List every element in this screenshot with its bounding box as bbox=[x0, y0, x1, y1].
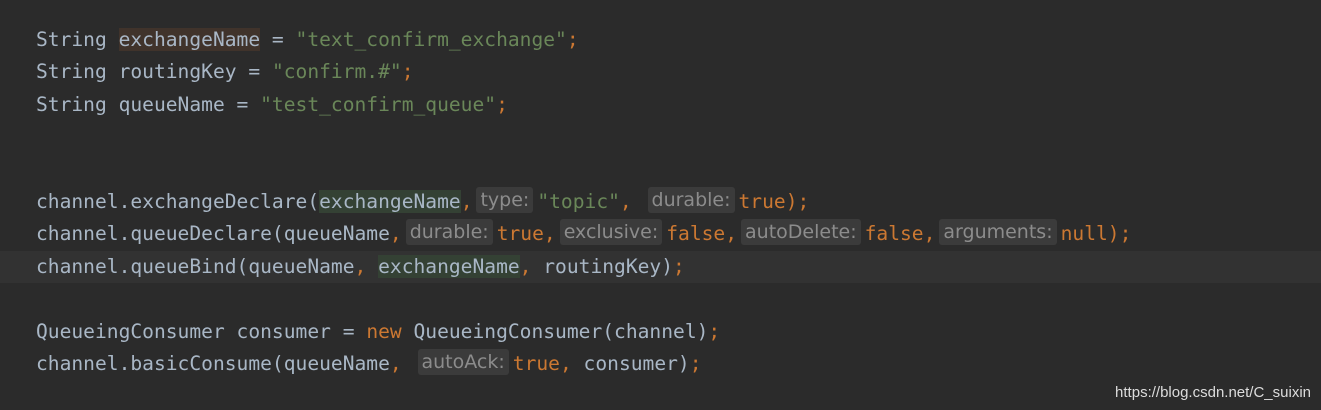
code-token: true bbox=[496, 222, 544, 245]
code-token: , bbox=[519, 255, 532, 278]
code-token: "test_confirm_queue" bbox=[260, 93, 497, 116]
code-token: true bbox=[738, 190, 786, 213]
code-token: String queueName = bbox=[36, 93, 261, 116]
code-token: , bbox=[923, 222, 936, 245]
code-token: , bbox=[543, 222, 556, 245]
code-line[interactable]: channel.exchangeDeclare(exchangeName, typ… bbox=[0, 186, 1321, 218]
code-line[interactable]: channel.queueDeclare(queueName, durable: t… bbox=[0, 218, 1321, 250]
code-token: true bbox=[512, 352, 560, 375]
code-token: , bbox=[619, 190, 632, 213]
code-line[interactable]: QueueingConsumer consumer = new Queueing… bbox=[0, 316, 1321, 348]
code-token: ; bbox=[496, 93, 508, 116]
code-token: routingKey) bbox=[531, 255, 674, 278]
code-line[interactable] bbox=[0, 283, 1321, 315]
code-token: QueueingConsumer(channel) bbox=[401, 320, 709, 343]
code-token: channel.queueDeclare(queueName bbox=[36, 222, 390, 245]
code-token: , bbox=[725, 222, 738, 245]
parameter-hint: autoAck: bbox=[417, 349, 509, 375]
code-token: channel.exchangeDeclare( bbox=[36, 190, 320, 213]
parameter-hint: exclusive: bbox=[559, 219, 663, 245]
code-token: false bbox=[864, 222, 924, 245]
code-token: ); bbox=[1107, 222, 1132, 245]
code-token: false bbox=[666, 222, 726, 245]
code-token: consumer) bbox=[571, 352, 690, 375]
code-token: channel.queueBind(queueName bbox=[36, 255, 355, 278]
code-token: null bbox=[1060, 222, 1108, 245]
highlighted-identifier: exchangeName bbox=[378, 255, 520, 278]
highlighted-identifier: exchangeName bbox=[118, 28, 261, 51]
code-token: , bbox=[354, 255, 367, 278]
code-token: String routingKey = bbox=[36, 60, 272, 83]
code-line[interactable] bbox=[0, 121, 1321, 153]
code-line[interactable] bbox=[0, 153, 1321, 185]
watermark: https://blog.csdn.net/C_suixin bbox=[1115, 384, 1311, 401]
code-token: ; bbox=[673, 255, 685, 278]
code-token: "topic" bbox=[537, 190, 620, 213]
code-token: , bbox=[389, 222, 402, 245]
parameter-hint: autoDelete: bbox=[741, 219, 861, 245]
code-editor[interactable]: String exchangeName = "text_confirm_exch… bbox=[0, 0, 1321, 410]
code-line-current[interactable]: channel.queueBind(queueName, exchangeNam… bbox=[0, 251, 1321, 283]
code-token: QueueingConsumer consumer = bbox=[36, 320, 367, 343]
parameter-hint: type: bbox=[476, 187, 534, 213]
code-token: channel.basicConsume(queueName bbox=[36, 352, 390, 375]
parameter-hint: durable: bbox=[405, 219, 493, 245]
code-token: ; bbox=[708, 320, 721, 343]
code-token: "confirm.#" bbox=[271, 60, 402, 83]
code-token: , bbox=[460, 190, 473, 213]
parameter-hint: durable: bbox=[647, 187, 735, 213]
code-token: new bbox=[366, 320, 402, 343]
code-token: , bbox=[389, 352, 402, 375]
code-line[interactable]: String queueName = "test_confirm_queue"; bbox=[0, 89, 1321, 121]
code-token: String bbox=[36, 28, 119, 51]
code-token: ; bbox=[401, 60, 414, 83]
code-token: = bbox=[260, 28, 296, 51]
code-token: ; bbox=[689, 352, 702, 375]
highlighted-identifier: exchangeName bbox=[319, 190, 461, 213]
code-line[interactable]: String exchangeName = "text_confirm_exch… bbox=[0, 24, 1321, 56]
code-line[interactable]: channel.basicConsume(queueName, autoAck:… bbox=[0, 348, 1321, 380]
code-token: , bbox=[559, 352, 572, 375]
code-line[interactable]: String routingKey = "confirm.#"; bbox=[0, 56, 1321, 88]
code-token: ); bbox=[785, 190, 810, 213]
code-token: ; bbox=[566, 28, 579, 51]
code-token: "text_confirm_exchange" bbox=[295, 28, 567, 51]
parameter-hint: arguments: bbox=[939, 219, 1057, 245]
